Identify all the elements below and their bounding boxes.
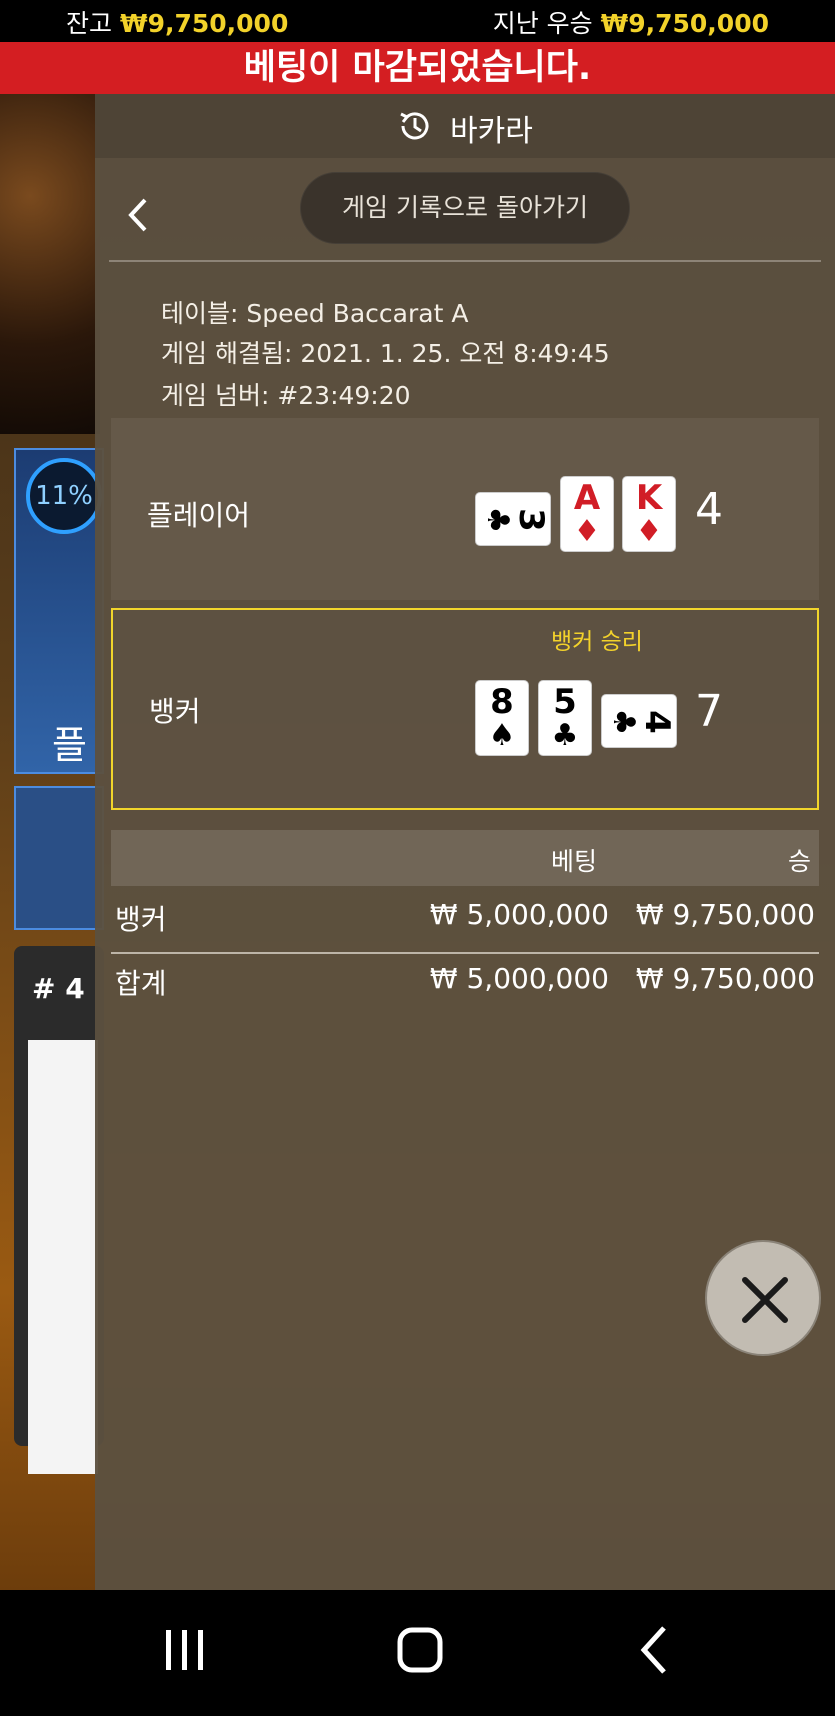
betting-closed-banner: 베팅이 마감되었습니다. [0, 42, 835, 94]
balance-bar: 잔고 ₩9,750,000 지난 우승 ₩9,750,000 [0, 0, 835, 40]
panel-header: 바카라 [95, 94, 835, 158]
last-win-label: 지난 우승 [492, 9, 593, 38]
side-bet-spot [14, 786, 104, 930]
last-win: 지난 우승 ₩9,750,000 [493, 4, 769, 40]
bet-percent-indicator: 11% [26, 458, 102, 534]
resolved-time: 게임 해결됨: 2021. 1. 25. 오전 8:49:45 [161, 339, 610, 368]
win-amount: ₩ 9,750,000 [635, 898, 815, 931]
banker-win-label: 뱅커 승리 [551, 629, 643, 655]
bead-road-grid [28, 1040, 98, 1474]
bet-name: 뱅커 [115, 903, 167, 936]
divider [109, 260, 821, 262]
home-icon[interactable] [392, 1620, 448, 1680]
back-to-history-button[interactable]: 게임 기록으로 돌아가기 [300, 172, 630, 244]
back-arrow-icon[interactable] [123, 194, 153, 236]
banker-card-1: 8 ♠ [475, 680, 529, 756]
total-bet: ₩ 5,000,000 [429, 962, 609, 995]
panel-title: 바카라 [450, 114, 533, 149]
player-card-2: A ♦ [560, 476, 614, 552]
history-icon [400, 112, 429, 140]
player-label: 플레이어 [147, 499, 251, 532]
roadmap-number: # 4 [32, 972, 85, 1005]
balance: 잔고 ₩9,750,000 [66, 4, 288, 40]
banker-score: 7 [695, 686, 723, 737]
system-nav-bar [0, 1590, 835, 1716]
balance-label: 잔고 [66, 9, 113, 38]
bet-column-header: 베팅 [551, 847, 598, 876]
table-info: 테이블: Speed Baccarat A [161, 299, 469, 328]
back-icon[interactable] [630, 1620, 680, 1680]
bet-amount: ₩ 5,000,000 [429, 898, 609, 931]
player-score: 4 [695, 484, 723, 535]
banker-card-2: 5 ♣ [538, 680, 592, 756]
total-win: ₩ 9,750,000 [635, 962, 815, 995]
table-row: 뱅커 ₩ 5,000,000 ₩ 9,750,000 [111, 888, 819, 944]
recent-apps-icon[interactable] [160, 1620, 210, 1680]
game-number: 게임 넘버: #23:49:20 [161, 381, 411, 410]
total-label: 합계 [115, 967, 167, 1000]
studio-background [0, 94, 100, 434]
banker-label: 뱅커 [149, 695, 201, 728]
win-column-header: 승 [787, 847, 811, 876]
banker-card-3: 4 ♣ [601, 694, 677, 748]
player-spot-label: 플 [52, 723, 87, 767]
player-card-1: 3 ♣ [475, 492, 551, 546]
player-card-3: K ♦ [622, 476, 676, 552]
game-history-panel: 바카라 게임 기록으로 돌아가기 테이블: Speed Baccarat A 게… [95, 94, 835, 1590]
balance-value: ₩9,750,000 [120, 9, 289, 38]
close-icon [742, 1277, 788, 1323]
bets-table-header: 베팅 승 [111, 830, 819, 886]
close-button[interactable] [705, 1240, 821, 1356]
table-row-total: 합계 ₩ 5,000,000 ₩ 9,750,000 [111, 952, 819, 1008]
last-win-value: ₩9,750,000 [600, 9, 769, 38]
